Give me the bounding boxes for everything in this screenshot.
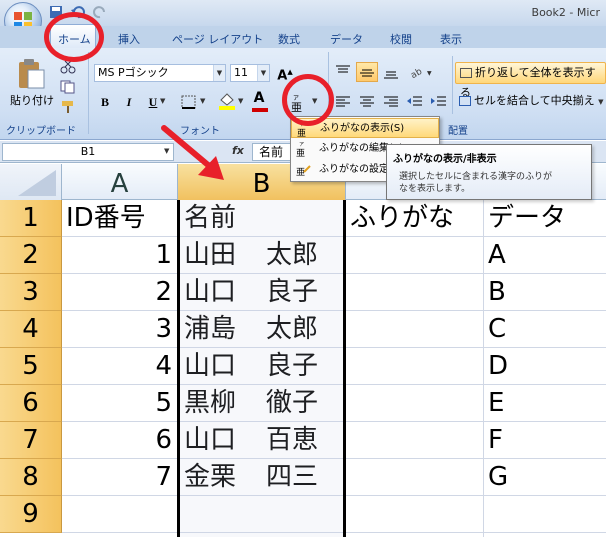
font-color-icon[interactable]: A	[250, 88, 268, 108]
phonetic-edit-icon: ア亜	[296, 142, 305, 157]
cell-d4[interactable]: C	[484, 311, 606, 348]
cell-d2[interactable]: A	[484, 237, 606, 274]
row-header-9[interactable]: 9	[0, 496, 62, 533]
cell-d5[interactable]: D	[484, 348, 606, 385]
group-divider	[88, 52, 89, 134]
decrease-indent-icon[interactable]	[406, 94, 424, 110]
align-middle-icon	[360, 69, 374, 77]
chevron-down-icon: ▼	[257, 65, 269, 81]
font-size-value: 11	[234, 66, 248, 79]
tab-review[interactable]: 校閲	[390, 31, 412, 47]
name-box[interactable]: B1	[2, 143, 174, 161]
row-header-1[interactable]: 1	[0, 200, 62, 237]
merge-center-label: セルを結合して中央揃え	[474, 94, 595, 107]
orientation-icon[interactable]: ab ▼	[408, 64, 434, 80]
merge-center-icon	[459, 96, 471, 106]
italic-button[interactable]: I	[120, 92, 138, 112]
font-name-value: MS Pゴシック	[98, 66, 169, 79]
align-center-icon[interactable]	[358, 94, 376, 110]
svg-text:ab: ab	[409, 67, 424, 80]
align-right-icon[interactable]	[382, 94, 400, 110]
chevron-down-icon[interactable]: ▼	[160, 97, 165, 105]
svg-text:▼: ▼	[427, 70, 432, 77]
cell-a5[interactable]: 4	[62, 348, 178, 385]
menu-item-label: ふりがなの設定	[319, 164, 389, 175]
row-header-6[interactable]: 6	[0, 385, 62, 422]
borders-icon[interactable]	[180, 94, 198, 110]
cell-d1[interactable]: データ	[484, 200, 606, 237]
merge-center-button[interactable]: セルを結合して中央揃え ▼	[455, 91, 606, 111]
align-bottom-icon[interactable]	[382, 64, 400, 80]
group-divider	[452, 56, 453, 114]
row-header-3[interactable]: 3	[0, 274, 62, 311]
cut-icon[interactable]	[60, 60, 76, 74]
cell-d7[interactable]: F	[484, 422, 606, 459]
row-header-7[interactable]: 7	[0, 422, 62, 459]
chevron-down-icon[interactable]: ▼	[238, 97, 243, 105]
cell-a6[interactable]: 5	[62, 385, 178, 422]
tab-insert[interactable]: 挿入	[118, 31, 140, 47]
tooltip-description-line: なを表示します。	[399, 184, 471, 194]
selection-column-b	[177, 200, 346, 537]
cell-d8[interactable]: G	[484, 459, 606, 496]
cell-d6[interactable]: E	[484, 385, 606, 422]
clipboard-group-label: クリップボード	[6, 126, 76, 137]
cell-a8[interactable]: 7	[62, 459, 178, 496]
wrap-text-button[interactable]: 折り返して全体を表示する	[455, 62, 606, 99]
annotation-circle-home-tab	[44, 12, 104, 62]
cell-a1[interactable]: ID番号	[62, 200, 178, 237]
cell-a7[interactable]: 6	[62, 422, 178, 459]
tab-formulas[interactable]: 数式	[278, 31, 300, 47]
tab-view[interactable]: 表示	[440, 31, 462, 47]
chevron-down-icon: ▼	[213, 65, 225, 81]
svg-text:亜: 亜	[296, 148, 305, 157]
paste-icon[interactable]	[16, 58, 46, 90]
formula-input[interactable]: 名前	[252, 143, 292, 161]
row-header-2[interactable]: 2	[0, 237, 62, 274]
select-all-triangle-icon	[18, 170, 56, 196]
tab-data[interactable]: データ	[330, 31, 363, 47]
copy-icon[interactable]	[60, 80, 76, 94]
font-color-bar	[252, 108, 268, 112]
cell-a2[interactable]: 1	[62, 237, 178, 274]
font-name-combo[interactable]: MS Pゴシック ▼	[94, 64, 226, 82]
font-size-combo[interactable]: 11 ▼	[230, 64, 270, 82]
tooltip-description: 選択したセルに含まれる漢字のふりが なを表示します。	[393, 171, 585, 195]
tab-page-layout[interactable]: ページ レイアウト	[172, 31, 263, 47]
bold-button[interactable]: B	[96, 92, 114, 112]
tooltip-title: ふりがなの表示/非表示	[393, 154, 497, 165]
tooltip-description-line: 選択したセルに含まれる漢字のふりが	[399, 172, 553, 182]
row-header-8[interactable]: 8	[0, 459, 62, 496]
annotation-arrow-icon	[161, 125, 224, 180]
alignment-group-label: 配置	[448, 126, 468, 137]
menu-item-label: ふりがなの表示(S)	[320, 123, 405, 134]
svg-text:亜: 亜	[296, 167, 305, 178]
tooltip: ふりがなの表示/非表示 選択したセルに含まれる漢字のふりが なを表示します。	[386, 144, 592, 200]
cell-c1[interactable]: ふりがな	[346, 200, 484, 237]
redo-icon[interactable]	[92, 4, 108, 20]
svg-text:ア: ア	[299, 142, 304, 148]
align-top-icon[interactable]	[334, 64, 352, 80]
format-painter-icon[interactable]	[60, 100, 76, 114]
fill-color-icon[interactable]	[218, 92, 236, 110]
annotation-circle-phonetic-button	[282, 74, 334, 126]
align-left-icon[interactable]	[334, 94, 352, 110]
cell-d3[interactable]: B	[484, 274, 606, 311]
wrap-text-icon	[460, 68, 472, 78]
chevron-down-icon: ▼	[598, 98, 604, 106]
row-header-4[interactable]: 4	[0, 311, 62, 348]
window-title: Book2 - Micr	[531, 6, 600, 19]
chevron-down-icon[interactable]: ▼	[200, 97, 205, 105]
paste-label[interactable]: 貼り付け	[10, 92, 54, 108]
phonetic-settings-icon: 亜	[296, 165, 311, 178]
svg-text:亜: 亜	[297, 128, 306, 137]
increase-indent-icon[interactable]	[430, 94, 448, 110]
row-header-5[interactable]: 5	[0, 348, 62, 385]
select-all-button[interactable]	[0, 164, 62, 200]
cell-a3[interactable]: 2	[62, 274, 178, 311]
cell-a4[interactable]: 3	[62, 311, 178, 348]
